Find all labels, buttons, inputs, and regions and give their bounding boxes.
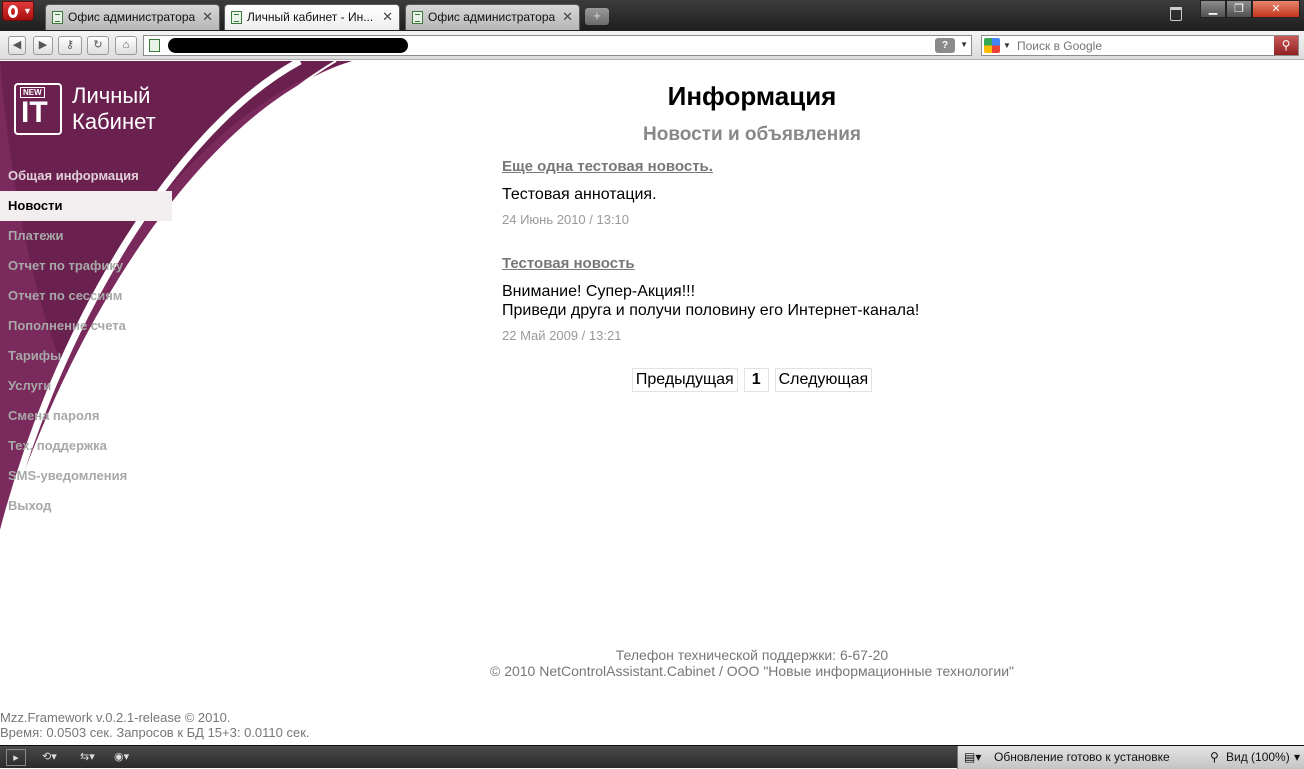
news-text-line: Внимание! Супер-Акция!!! — [502, 283, 696, 300]
sync-icon[interactable]: ⟲▾ — [42, 749, 57, 766]
tab-personal-cabinet[interactable]: Личный кабинет - Ин... ✕ — [224, 4, 400, 30]
page-viewport: NEW IT Личный Кабинет Общая информация Н… — [0, 61, 1304, 745]
page-favicon-icon — [52, 11, 63, 24]
trash-icon[interactable] — [1170, 7, 1182, 21]
tab-close-icon[interactable]: ✕ — [202, 9, 213, 25]
sidebar-item-tariffs[interactable]: Тарифы — [0, 341, 200, 371]
sidebar-item-top-up[interactable]: Пополнение счета — [0, 311, 200, 341]
opera-logo-icon — [8, 5, 18, 18]
home-icon[interactable]: ⌂ — [115, 36, 137, 55]
tab-title: Личный кабинет - Ин... — [247, 10, 374, 24]
page-footer: Телефон технической поддержки: 6-67-20 ©… — [380, 647, 1124, 679]
copyright: © 2010 NetControlAssistant.Cabinet / ООО… — [489, 663, 1015, 679]
navigation-toolbar: ◀ ▶ ⚷ ↻ ⌂ ? ▼ ▼ ⚲ — [0, 31, 1304, 60]
zoom-icon[interactable]: ⚲ — [1210, 750, 1219, 764]
status-bar-right: ▤▾ Обновление готово к установке ⚲ Вид (… — [957, 746, 1304, 769]
pager-next-button[interactable]: Следующая — [774, 368, 873, 392]
sidebar-item-sessions-report[interactable]: Отчет по сессиям — [0, 281, 200, 311]
panel-toggle-icon[interactable]: ▸ — [6, 749, 26, 766]
chevron-down-icon[interactable]: ▼ — [960, 40, 968, 49]
minimize-button[interactable]: ▁ — [1200, 0, 1226, 18]
news-text-line: Тестовая аннотация. — [502, 186, 657, 203]
news-item: Тестовая новость Внимание! Супер-Акция!!… — [502, 255, 1022, 343]
tab-close-icon[interactable]: ✕ — [382, 9, 393, 25]
reload-icon[interactable]: ↻ — [87, 36, 109, 55]
new-tab-button[interactable]: + — [585, 8, 609, 25]
search-icon[interactable]: ⚲ — [1274, 36, 1298, 55]
news-title-link[interactable]: Еще одна тестовая новость. — [502, 158, 713, 175]
wand-key-icon[interactable]: ⚷ — [58, 36, 82, 55]
logo-line-2: Кабинет — [72, 109, 156, 134]
sidebar-item-traffic-report[interactable]: Отчет по трафику — [0, 251, 200, 281]
help-icon[interactable]: ? — [935, 38, 955, 53]
tab-admin-office-2[interactable]: Офис администратора ✕ — [405, 4, 580, 30]
opera-menu-button[interactable]: ▼ — [2, 1, 34, 21]
sidebar-item-sms[interactable]: SMS-уведомления — [0, 461, 200, 491]
framework-info: Mzz.Framework v.0.2.1-release © 2010. Вр… — [0, 710, 310, 740]
tab-title: Офис администратора — [428, 10, 556, 24]
news-text-line: Приведи друга и получи половину его Инте… — [502, 302, 920, 319]
logo-mark: IT — [21, 96, 48, 129]
news-annotation: Внимание! Супер-Акция!!! Приведи друга и… — [502, 282, 1022, 320]
update-status[interactable]: Обновление готово к установке — [994, 750, 1170, 764]
news-date: 24 Июнь 2010 / 13:10 — [502, 212, 630, 227]
chevron-down-icon[interactable]: ▼ — [1003, 41, 1011, 50]
turbo-icon[interactable]: ◉▾ — [114, 749, 129, 766]
page-favicon-icon — [231, 11, 242, 24]
tab-close-icon[interactable]: ✕ — [562, 9, 573, 25]
search-field[interactable]: ▼ ⚲ — [981, 35, 1299, 56]
zoom-level[interactable]: Вид (100%) — [1226, 750, 1290, 764]
logo-text: Личный Кабинет — [72, 83, 156, 135]
page-favicon-icon — [149, 39, 160, 52]
sidebar-item-news[interactable]: Новости — [0, 191, 172, 221]
google-icon[interactable] — [984, 38, 1000, 53]
back-button[interactable]: ◀ — [8, 36, 26, 55]
render-timing: Время: 0.0503 сек. Запросов к БД 15+3: 0… — [0, 725, 310, 740]
news-date: 22 Май 2009 / 13:21 — [502, 328, 622, 343]
sidebar-menu: Общая информация Новости Платежи Отчет п… — [0, 161, 200, 521]
chevron-down-icon: ▼ — [23, 6, 32, 16]
logo-icon[interactable]: NEW IT — [14, 83, 62, 135]
maximize-button[interactable]: ❐ — [1226, 0, 1252, 18]
support-phone: Телефон технической поддержки: 6-67-20 — [615, 647, 889, 663]
sidebar-item-logout[interactable]: Выход — [0, 491, 200, 521]
pager-prev-button[interactable]: Предыдущая — [631, 368, 738, 392]
sidebar-item-services[interactable]: Услуги — [0, 371, 200, 401]
news-title-link[interactable]: Тестовая новость — [502, 255, 635, 272]
page-title: Информация — [667, 81, 837, 111]
framework-version: Mzz.Framework v.0.2.1-release © 2010. — [0, 710, 231, 725]
tab-title: Офис администратора — [68, 10, 196, 24]
logo-line-1: Личный — [72, 83, 151, 108]
sidebar-item-support[interactable]: Тех. поддержка — [0, 431, 200, 461]
status-bar: ▸ ⟲▾ ⇆▾ ◉▾ ▤▾ Обновление готово к устано… — [0, 745, 1304, 769]
chevron-down-icon[interactable]: ▾ — [1294, 750, 1300, 764]
address-bar[interactable]: ? ▼ — [143, 35, 972, 56]
search-input[interactable] — [1017, 37, 1267, 54]
page-favicon-icon — [412, 11, 423, 24]
news-item: Еще одна тестовая новость. Тестовая анно… — [502, 158, 1022, 227]
news-annotation: Тестовая аннотация. — [502, 185, 1022, 204]
tab-admin-office-1[interactable]: Офис администратора ✕ — [45, 4, 220, 30]
pager-current-page: 1 — [743, 368, 769, 392]
pagination: Предыдущая 1 Следующая — [440, 368, 1064, 392]
page-icon[interactable]: ▤▾ — [964, 750, 981, 764]
sidebar-item-payments[interactable]: Платежи — [0, 221, 200, 251]
tab-bar: ▼ Офис администратора ✕ Личный кабинет -… — [0, 0, 1304, 31]
sidebar-item-general-info[interactable]: Общая информация — [0, 161, 200, 191]
section-subtitle: Новости и объявления — [643, 124, 861, 145]
url-redaction — [168, 38, 408, 53]
sidebar-item-change-password[interactable]: Смена пароля — [0, 401, 200, 431]
window-close-button[interactable]: ✕ — [1252, 0, 1300, 18]
unite-icon[interactable]: ⇆▾ — [80, 749, 95, 766]
forward-button[interactable]: ▶ — [33, 36, 53, 55]
